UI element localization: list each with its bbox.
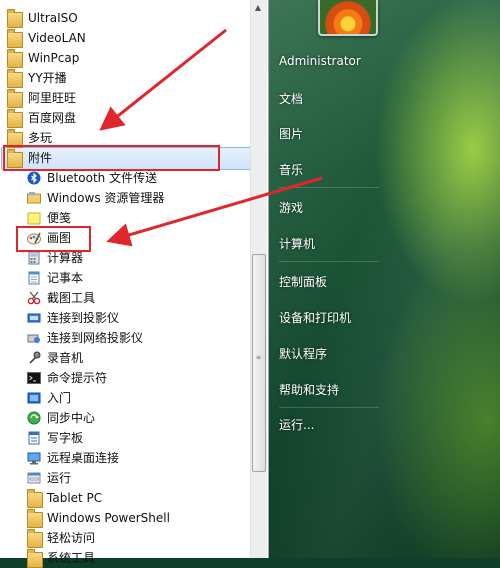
list-item-label: 轻松访问 (47, 531, 96, 545)
all-programs-list[interactable]: UltraISO VideoLAN WinPcap YY开播 阿里旺旺 百度网盘… (0, 0, 269, 568)
list-item-label: 连接到网络投影仪 (47, 331, 144, 345)
right-item-documents[interactable]: 文档 (279, 90, 303, 107)
list-item-label: WinPcap (28, 51, 80, 65)
right-item-devices-printers[interactable]: 设备和打印机 (279, 309, 351, 326)
list-item-label: UltraISO (28, 11, 78, 25)
list-item-notepad[interactable]: 记事本 (0, 268, 248, 288)
wordpad-icon (27, 431, 41, 445)
folder-icon (27, 509, 43, 528)
sync-center-icon (27, 411, 41, 425)
folder-icon (7, 29, 23, 48)
right-item-control-panel[interactable]: 控制面板 (279, 273, 327, 290)
list-item-label: Tablet PC (47, 491, 103, 505)
list-item-label: 便笺 (47, 211, 72, 225)
explorer-icon (27, 191, 41, 205)
list-item-label: YY开播 (28, 71, 67, 85)
separator (279, 187, 379, 188)
snipping-tool-icon (27, 291, 41, 305)
folder-icon (7, 109, 23, 128)
run-icon (27, 471, 41, 485)
list-item-label: VideoLAN (28, 31, 86, 45)
folder-icon (7, 9, 23, 28)
list-item-label: 入门 (47, 391, 72, 405)
list-item-label: 记事本 (47, 271, 84, 285)
user-picture[interactable] (318, 0, 378, 36)
separator (279, 407, 379, 408)
right-item-music[interactable]: 音乐 (279, 161, 303, 178)
folder-icon (27, 529, 43, 548)
list-item-snipping-tool[interactable]: 截图工具 (0, 288, 248, 308)
list-item-sync-center[interactable]: 同步中心 (0, 408, 248, 428)
list-item-label: 系统工具 (47, 551, 96, 565)
folder-icon (7, 89, 23, 108)
right-item-games[interactable]: 游戏 (279, 199, 303, 216)
list-item-label: Windows 资源管理器 (47, 191, 165, 205)
list-item-sticky-notes[interactable]: 便笺 (0, 208, 248, 228)
list-item-windows-explorer[interactable]: Windows 资源管理器 (0, 188, 248, 208)
scrollbar-thumb[interactable] (252, 254, 266, 472)
right-item-run[interactable]: 运行... (279, 416, 314, 433)
separator (279, 261, 379, 262)
list-item-aliwangwang[interactable]: 阿里旺旺 (0, 88, 248, 108)
list-item-system-tools[interactable]: 系统工具 (0, 548, 248, 568)
sound-recorder-icon (27, 351, 41, 365)
list-item-ease-of-access[interactable]: 轻松访问 (0, 528, 248, 548)
list-item-connect-projector[interactable]: 连接到投影仪 (0, 308, 248, 328)
list-item-videolan[interactable]: VideoLAN (0, 28, 248, 48)
list-item-windows-powershell[interactable]: Windows PowerShell (0, 508, 248, 528)
list-item-yy[interactable]: YY开播 (0, 68, 248, 88)
list-item-run[interactable]: 运行 (0, 468, 248, 488)
projector-icon (27, 311, 41, 325)
list-item-sound-recorder[interactable]: 录音机 (0, 348, 248, 368)
list-item-label: 连接到投影仪 (47, 311, 120, 325)
folder-icon (27, 489, 43, 508)
right-item-help-support[interactable]: 帮助和支持 (279, 381, 339, 398)
folder-icon (7, 69, 23, 88)
right-item-pictures[interactable]: 图片 (279, 125, 303, 142)
list-item-ultraiso[interactable]: UltraISO (0, 8, 248, 28)
right-item-computer[interactable]: 计算机 (279, 235, 315, 252)
right-item-default-programs[interactable]: 默认程序 (279, 345, 327, 362)
list-item-winpcap[interactable]: WinPcap (0, 48, 248, 68)
list-item-label: 写字板 (47, 431, 84, 445)
annotation-box-accessories (3, 145, 220, 171)
network-projector-icon (27, 331, 41, 345)
list-item-label: 截图工具 (47, 291, 96, 305)
list-item-getting-started[interactable]: 入门 (0, 388, 248, 408)
list-item-label: 录音机 (47, 351, 84, 365)
list-item-label: 运行 (47, 471, 72, 485)
calculator-icon (27, 251, 41, 265)
list-item-label: 阿里旺旺 (28, 91, 77, 105)
bluetooth-icon (27, 171, 41, 185)
list-item-label: 同步中心 (47, 411, 96, 425)
list-item-command-prompt[interactable]: 命令提示符 (0, 368, 248, 388)
scroll-up-arrow-icon[interactable]: ▲ (250, 0, 266, 16)
list-item-baidu-netdisk[interactable]: 百度网盘 (0, 108, 248, 128)
folder-icon (7, 49, 23, 68)
list-item-network-projector[interactable]: 连接到网络投影仪 (0, 328, 248, 348)
list-item-label: Windows PowerShell (47, 511, 170, 525)
list-item-bluetooth[interactable]: Bluetooth 文件传送 (0, 168, 248, 188)
folder-icon (27, 549, 43, 568)
notepad-icon (27, 271, 41, 285)
command-prompt-icon (27, 371, 41, 385)
list-item-label: 远程桌面连接 (47, 451, 120, 465)
annotation-box-paint (16, 226, 91, 252)
remote-desktop-icon (27, 451, 41, 465)
list-item-label: Bluetooth 文件传送 (47, 171, 158, 185)
list-item-label: 百度网盘 (28, 111, 77, 125)
grip-icon: ≡ (255, 354, 262, 361)
right-item-administrator[interactable]: Administrator (279, 54, 361, 68)
getting-started-icon (27, 391, 41, 405)
list-item-remote-desktop[interactable]: 远程桌面连接 (0, 448, 248, 468)
list-item-wordpad[interactable]: 写字板 (0, 428, 248, 448)
sticky-notes-icon (27, 211, 41, 225)
list-item-label: 命令提示符 (47, 371, 108, 385)
list-item-tablet-pc[interactable]: Tablet PC (0, 488, 248, 508)
